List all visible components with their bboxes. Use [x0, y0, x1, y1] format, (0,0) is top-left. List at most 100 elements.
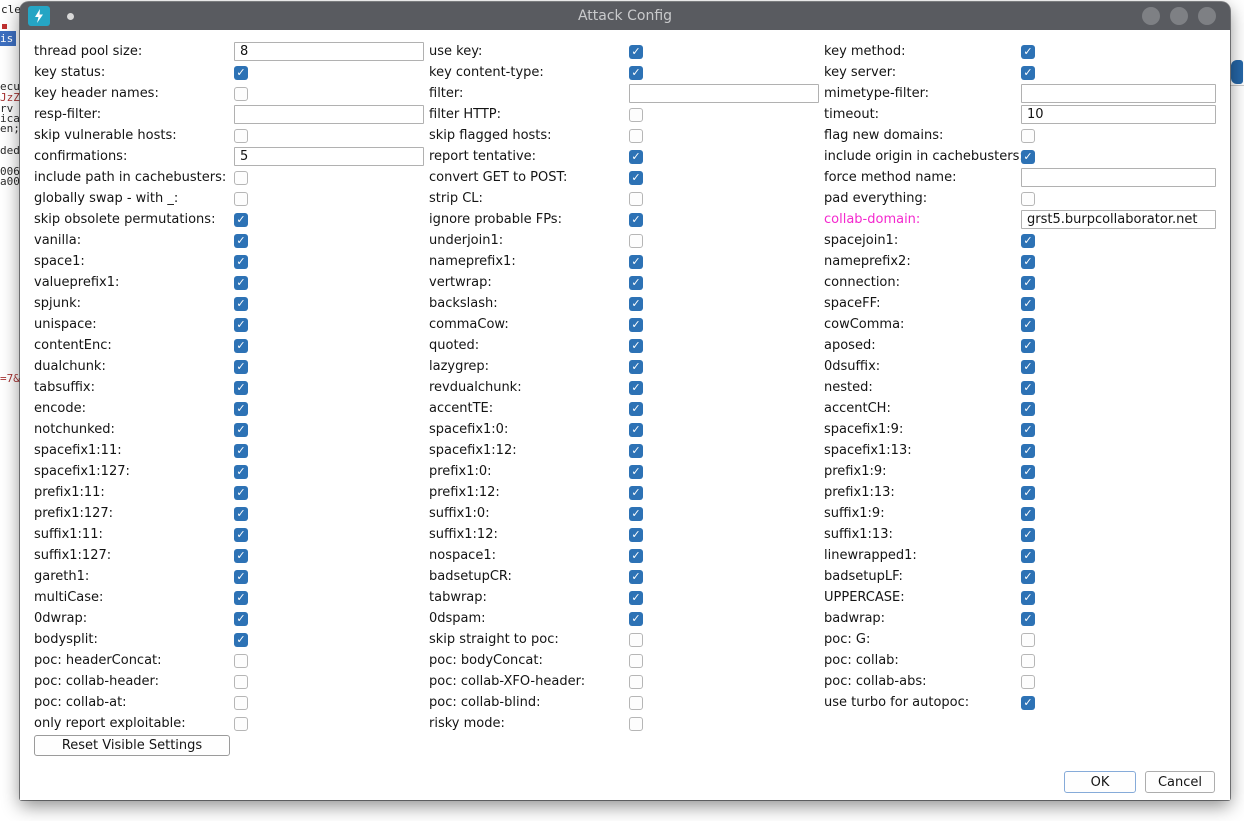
checkbox[interactable]: ✓: [629, 339, 643, 353]
checkbox[interactable]: ✓: [1021, 66, 1035, 80]
checkbox[interactable]: ✓: [1021, 360, 1035, 374]
checkbox[interactable]: ✓: [234, 402, 248, 416]
checkbox[interactable]: ✓: [234, 612, 248, 626]
checkbox[interactable]: ✓: [1021, 423, 1035, 437]
checkbox[interactable]: ✓: [629, 213, 643, 227]
checkbox[interactable]: ✓: [1021, 696, 1035, 710]
checkbox[interactable]: ✓: [1021, 381, 1035, 395]
checkbox[interactable]: ✓: [629, 276, 643, 290]
checkbox[interactable]: ✓: [629, 402, 643, 416]
checkbox[interactable]: [629, 675, 643, 689]
checkbox[interactable]: ✓: [629, 486, 643, 500]
checkbox[interactable]: ✓: [234, 66, 248, 80]
checkbox[interactable]: ✓: [1021, 255, 1035, 269]
checkbox[interactable]: ✓: [629, 591, 643, 605]
checkbox[interactable]: ✓: [629, 465, 643, 479]
checkbox[interactable]: [629, 633, 643, 647]
text-input[interactable]: [234, 42, 424, 61]
checkbox[interactable]: ✓: [1021, 444, 1035, 458]
checkbox[interactable]: ✓: [1021, 528, 1035, 542]
checkbox[interactable]: ✓: [1021, 276, 1035, 290]
cancel-button[interactable]: Cancel: [1145, 771, 1215, 793]
checkbox[interactable]: [1021, 633, 1035, 647]
window-control-icon[interactable]: [1198, 7, 1216, 25]
checkbox[interactable]: ✓: [629, 381, 643, 395]
checkbox[interactable]: [629, 234, 643, 248]
checkbox[interactable]: [234, 675, 248, 689]
title-bar[interactable]: Attack Config: [20, 2, 1230, 30]
checkbox[interactable]: [629, 654, 643, 668]
window-control-icon[interactable]: [1170, 7, 1188, 25]
checkbox[interactable]: ✓: [1021, 612, 1035, 626]
checkbox[interactable]: [234, 192, 248, 206]
checkbox[interactable]: ✓: [234, 234, 248, 248]
checkbox[interactable]: ✓: [629, 255, 643, 269]
checkbox[interactable]: ✓: [234, 213, 248, 227]
text-input[interactable]: [629, 84, 819, 103]
checkbox[interactable]: ✓: [629, 171, 643, 185]
checkbox[interactable]: ✓: [1021, 339, 1035, 353]
text-input[interactable]: [1021, 168, 1216, 187]
ok-button[interactable]: OK: [1064, 771, 1136, 793]
checkbox[interactable]: ✓: [234, 633, 248, 647]
checkbox[interactable]: ✓: [629, 360, 643, 374]
checkbox[interactable]: ✓: [234, 528, 248, 542]
checkbox[interactable]: [234, 654, 248, 668]
checkbox[interactable]: ✓: [1021, 234, 1035, 248]
window-control-icon[interactable]: [1142, 7, 1160, 25]
text-input[interactable]: [234, 147, 424, 166]
checkbox[interactable]: ✓: [234, 444, 248, 458]
checkbox[interactable]: ✓: [629, 528, 643, 542]
text-input[interactable]: [234, 105, 424, 124]
checkbox[interactable]: ✓: [234, 507, 248, 521]
checkbox[interactable]: [629, 108, 643, 122]
checkbox[interactable]: ✓: [629, 318, 643, 332]
checkbox[interactable]: [1021, 654, 1035, 668]
checkbox[interactable]: ✓: [234, 297, 248, 311]
checkbox[interactable]: ✓: [629, 66, 643, 80]
checkbox[interactable]: ✓: [234, 381, 248, 395]
checkbox[interactable]: ✓: [234, 465, 248, 479]
checkbox[interactable]: ✓: [629, 45, 643, 59]
checkbox[interactable]: ✓: [1021, 591, 1035, 605]
checkbox[interactable]: [629, 129, 643, 143]
checkbox[interactable]: ✓: [629, 150, 643, 164]
text-input[interactable]: [1021, 84, 1216, 103]
checkbox[interactable]: ✓: [629, 612, 643, 626]
checkbox[interactable]: ✓: [629, 444, 643, 458]
checkbox[interactable]: ✓: [234, 591, 248, 605]
checkbox[interactable]: ✓: [1021, 570, 1035, 584]
checkbox[interactable]: ✓: [629, 423, 643, 437]
checkbox[interactable]: ✓: [234, 276, 248, 290]
checkbox[interactable]: [629, 192, 643, 206]
checkbox[interactable]: [234, 171, 248, 185]
checkbox[interactable]: ✓: [234, 570, 248, 584]
checkbox[interactable]: [629, 696, 643, 710]
checkbox[interactable]: ✓: [1021, 507, 1035, 521]
checkbox[interactable]: [1021, 675, 1035, 689]
checkbox[interactable]: ✓: [629, 297, 643, 311]
checkbox[interactable]: [1021, 192, 1035, 206]
checkbox[interactable]: ✓: [234, 423, 248, 437]
checkbox[interactable]: ✓: [234, 360, 248, 374]
checkbox[interactable]: ✓: [1021, 549, 1035, 563]
checkbox[interactable]: ✓: [629, 507, 643, 521]
checkbox[interactable]: ✓: [234, 318, 248, 332]
checkbox[interactable]: [234, 717, 248, 731]
checkbox[interactable]: ✓: [629, 570, 643, 584]
checkbox[interactable]: ✓: [1021, 318, 1035, 332]
checkbox[interactable]: [234, 696, 248, 710]
text-input[interactable]: [1021, 105, 1216, 124]
checkbox[interactable]: ✓: [1021, 486, 1035, 500]
checkbox[interactable]: ✓: [629, 549, 643, 563]
text-input[interactable]: [1021, 210, 1216, 229]
reset-visible-settings-button[interactable]: Reset Visible Settings: [34, 735, 230, 756]
checkbox[interactable]: [234, 129, 248, 143]
checkbox[interactable]: ✓: [1021, 45, 1035, 59]
checkbox[interactable]: ✓: [234, 486, 248, 500]
checkbox[interactable]: ✓: [234, 549, 248, 563]
checkbox[interactable]: ✓: [1021, 402, 1035, 416]
checkbox[interactable]: ✓: [1021, 465, 1035, 479]
checkbox[interactable]: [629, 717, 643, 731]
checkbox[interactable]: ✓: [1021, 150, 1035, 164]
